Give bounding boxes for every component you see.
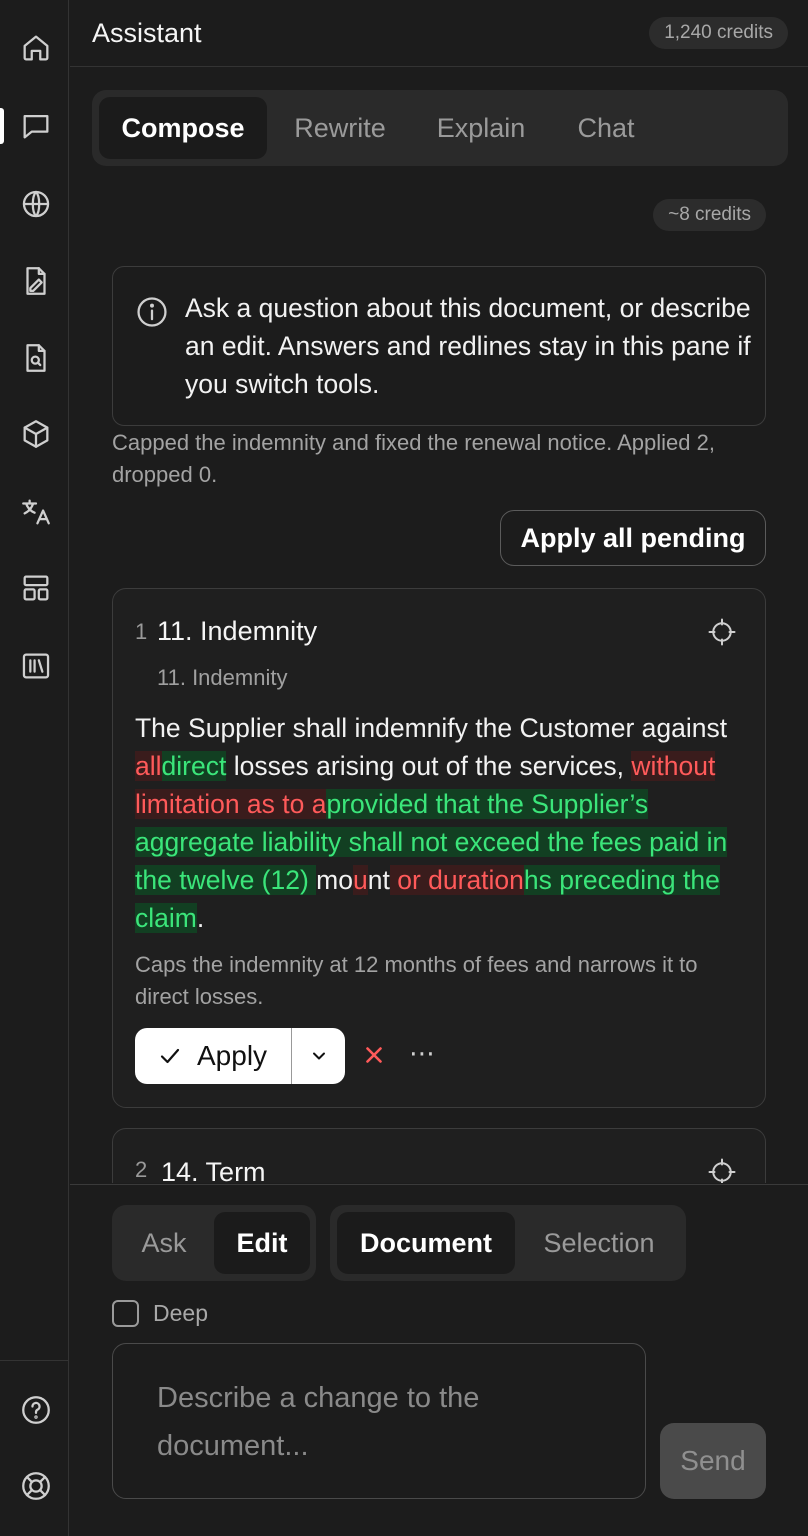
deep-checkbox[interactable] <box>112 1299 139 1327</box>
change-explanation: Caps the indemnity at 12 months of fees … <box>135 952 698 1009</box>
scope-document[interactable]: Document <box>337 1212 515 1274</box>
card-heading: 11. Indemnity <box>157 616 318 646</box>
apply-button[interactable]: Apply <box>197 1040 267 1072</box>
tab-compose[interactable]: Compose <box>99 97 267 159</box>
cube-icon[interactable] <box>16 414 56 454</box>
unchanged-text: The Supplier shall indemnify the Custome… <box>135 713 728 743</box>
apply-all-pending-button[interactable]: Apply all pending <box>500 510 766 566</box>
lifebuoy-icon[interactable] <box>16 1466 56 1506</box>
mode-edit[interactable]: Edit <box>214 1212 310 1274</box>
card-heading: 14. Term <box>161 1157 266 1183</box>
panel-header: Assistant 1,240 credits <box>70 0 808 67</box>
composer-area: Ask Edit Document Selection Deep Describ… <box>70 1184 808 1536</box>
panel-title: Assistant <box>92 18 202 48</box>
tool-tabs: Compose Rewrite Explain Chat <box>92 90 788 166</box>
globe-icon[interactable] <box>16 184 56 224</box>
deep-label: Deep <box>153 1299 208 1326</box>
status-message: Capped the indemnity and fixed the renew… <box>112 430 715 487</box>
active-indicator <box>0 108 4 144</box>
more-options-icon[interactable]: ⋯ <box>409 1040 437 1066</box>
translate-icon[interactable] <box>16 492 56 532</box>
cost-estimate-badge: ~8 credits <box>653 199 766 231</box>
apply-split-button: Apply <box>135 1028 345 1084</box>
send-button[interactable]: Send <box>660 1423 766 1499</box>
results-scroll-area[interactable]: ~8 credits Ask a question about this doc… <box>70 175 808 1183</box>
unchanged-text: nt <box>367 865 390 895</box>
info-icon <box>137 297 167 327</box>
scope-toggle: Document Selection <box>330 1205 686 1281</box>
tab-rewrite[interactable]: Rewrite <box>272 97 408 159</box>
chat-icon[interactable] <box>16 106 56 146</box>
file-search-icon[interactable] <box>16 338 56 378</box>
section-reference: 11. Indemnity <box>157 665 288 690</box>
deep-option: Deep <box>112 1299 208 1327</box>
tab-explain[interactable]: Explain <box>414 97 548 159</box>
prompt-input[interactable]: Describe a change to the document... <box>112 1343 646 1499</box>
deleted-text: or duration <box>389 865 524 895</box>
deleted-text: all <box>135 751 162 781</box>
unchanged-text: mo <box>316 865 353 895</box>
mode-ask[interactable]: Ask <box>119 1212 209 1274</box>
icon-rail <box>0 0 69 1536</box>
tab-chat[interactable]: Chat <box>554 97 658 159</box>
scope-selection[interactable]: Selection <box>520 1212 678 1274</box>
split-divider <box>291 1028 292 1084</box>
unchanged-text: losses arising out of the services, <box>226 751 632 781</box>
mode-toggle: Ask Edit <box>112 1205 316 1281</box>
inserted-text: direct <box>161 751 227 781</box>
unchanged-text: . <box>196 903 205 933</box>
reject-icon[interactable] <box>361 1042 387 1068</box>
info-callout: Ask a question about this document, or d… <box>112 266 766 426</box>
chevron-down-icon[interactable] <box>309 1046 329 1066</box>
home-icon[interactable] <box>16 28 56 68</box>
assistant-panel: Assistant 1,240 credits Compose Rewrite … <box>70 0 808 1536</box>
card-number: 2 <box>135 1157 148 1182</box>
redline-card: 1 11. Indemnity 11. Indemnity The Suppli… <box>112 588 766 1108</box>
redline-card: 2 14. Term <box>112 1128 766 1183</box>
card-number: 1 <box>135 619 148 644</box>
help-icon[interactable] <box>16 1390 56 1430</box>
redline-text: The Supplier shall indemnify the Custome… <box>135 709 749 937</box>
locate-icon[interactable] <box>707 1157 737 1183</box>
check-icon <box>160 1048 180 1064</box>
rail-divider <box>0 1360 69 1361</box>
file-edit-icon[interactable] <box>16 261 56 301</box>
credits-badge: 1,240 credits <box>649 17 788 49</box>
layout-icon[interactable] <box>16 568 56 608</box>
info-text: Ask a question about this document, or d… <box>185 293 751 399</box>
deleted-text: u <box>353 865 368 895</box>
library-icon[interactable] <box>16 646 56 686</box>
locate-icon[interactable] <box>707 617 737 647</box>
